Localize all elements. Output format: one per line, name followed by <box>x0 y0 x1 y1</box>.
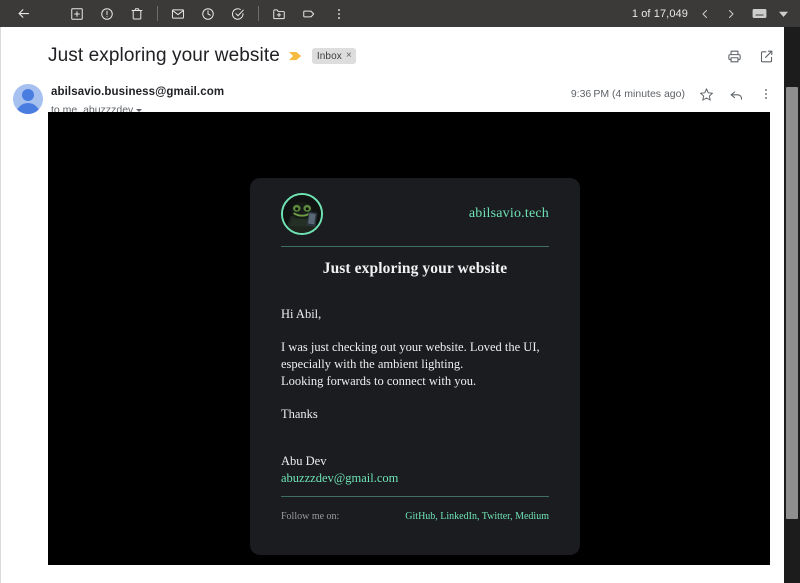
mark-unread-icon[interactable] <box>163 0 193 27</box>
previous-message-button[interactable] <box>692 0 718 27</box>
scrollbar-thumb[interactable] <box>786 87 798 519</box>
labels-icon[interactable] <box>294 0 324 27</box>
avatar-body <box>16 103 40 114</box>
add-to-tasks-icon[interactable] <box>223 0 253 27</box>
page-title: Just exploring your website <box>48 45 280 66</box>
message-meta-actions: 9:36 PM (4 minutes ago) <box>571 85 775 103</box>
subject-actions <box>725 39 775 73</box>
email-body: abilsavio.tech Just exploring your websi… <box>48 112 770 565</box>
message-toolbar: 1 of 17,049 <box>0 0 800 27</box>
important-marker-icon[interactable] <box>289 49 303 63</box>
toolbar-divider-2 <box>258 6 259 21</box>
input-tools-dropdown-icon[interactable] <box>774 0 792 27</box>
print-icon[interactable] <box>725 47 743 65</box>
social-links[interactable]: GitHub, LinkedIn, Twitter, Medium <box>405 511 549 522</box>
label-chip-text: Inbox <box>316 50 342 62</box>
email-card: abilsavio.tech Just exploring your websi… <box>250 178 580 555</box>
reply-icon[interactable] <box>727 85 745 103</box>
card-header-divider <box>281 246 549 247</box>
sender-email[interactable]: abilsavio.business@gmail.com <box>51 86 224 98</box>
card-title: Just exploring your website <box>322 260 508 277</box>
card-footer-divider <box>281 496 549 497</box>
back-arrow-icon[interactable] <box>8 0 38 27</box>
mail-pane: Just exploring your website Inbox × abil… <box>0 27 784 583</box>
paragraph-line-2: especially with the ambient lighting. <box>281 357 464 371</box>
message-counter: 1 of 17,049 <box>631 7 688 20</box>
label-chip-remove-icon[interactable]: × <box>346 51 352 61</box>
closing-line: Thanks <box>281 407 318 421</box>
avatar-head <box>22 89 34 101</box>
signature-email-link[interactable]: abuzzzdev@gmail.com <box>281 470 561 487</box>
card-body-text: Hi Abil, I was just checking out your we… <box>281 306 561 503</box>
toolbar-divider <box>157 6 158 21</box>
more-options-icon[interactable] <box>324 0 354 27</box>
message-timestamp: 9:36 PM (4 minutes ago) <box>570 88 685 100</box>
next-message-button[interactable] <box>718 0 744 27</box>
archive-icon[interactable] <box>62 0 92 27</box>
paragraph-line-3: Looking forwards to connect with you. <box>281 374 477 388</box>
star-icon[interactable] <box>697 85 715 103</box>
message-more-options-icon[interactable] <box>757 85 775 103</box>
card-footer: Follow me on: GitHub, LinkedIn, Twitter,… <box>281 511 549 522</box>
paragraph-line-1: I was just checking out your website. Lo… <box>281 340 540 354</box>
delete-icon[interactable] <box>122 0 152 27</box>
brand-domain[interactable]: abilsavio.tech <box>469 206 549 222</box>
open-in-new-window-icon[interactable] <box>757 47 775 65</box>
label-chip-inbox[interactable]: Inbox × <box>311 48 356 64</box>
report-spam-icon[interactable] <box>92 0 122 27</box>
input-tools-icon[interactable] <box>744 0 774 27</box>
card-header: abilsavio.tech <box>281 193 549 241</box>
snooze-icon[interactable] <box>193 0 223 27</box>
vertical-scrollbar[interactable] <box>784 27 800 583</box>
frog-laptop-avatar <box>281 193 323 235</box>
gmail-message-view: 1 of 17,049 Just exploring your website <box>0 0 800 583</box>
signature-name: Abu Dev <box>281 454 327 468</box>
greeting-line: Hi Abil, <box>281 307 322 321</box>
move-to-icon[interactable] <box>264 0 294 27</box>
follow-label: Follow me on: <box>281 511 340 522</box>
avatar[interactable] <box>13 84 43 114</box>
subject-row: Just exploring your website Inbox × <box>1 39 784 73</box>
